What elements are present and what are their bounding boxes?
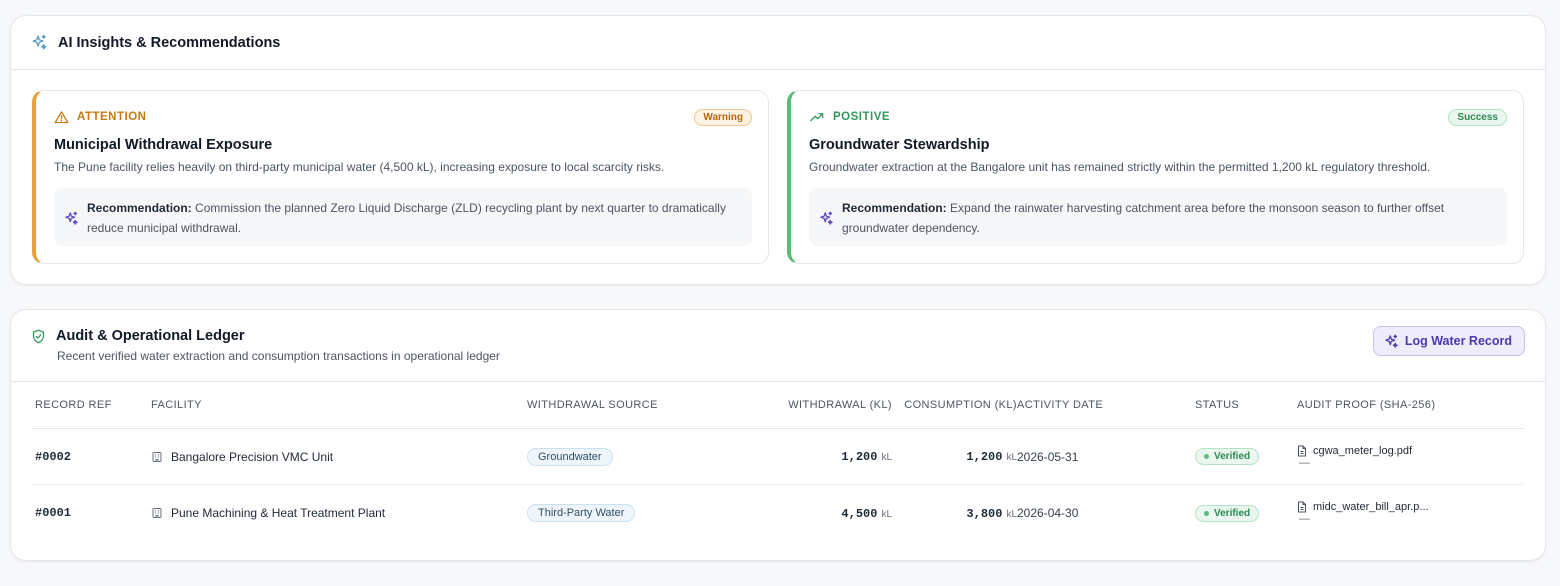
- file-icon: [1297, 445, 1307, 457]
- column-header[interactable]: RECORD REF: [32, 399, 151, 411]
- ledger-header: Audit & Operational Ledger Recent verifi…: [11, 310, 1545, 382]
- ledger-card: Audit & Operational Ledger Recent verifi…: [10, 309, 1546, 561]
- proof-file-name: midc_water_bill_apr.p...: [1313, 501, 1429, 513]
- table-header: RECORD REF FACILITY WITHDRAWAL SOURCE WI…: [32, 382, 1524, 429]
- column-header[interactable]: WITHDRAWAL (KL): [727, 399, 892, 411]
- withdrawal-unit: kL: [881, 508, 892, 520]
- insights-list: ATTENTION Warning Municipal Withdrawal E…: [32, 90, 1524, 264]
- status-badge: Warning: [694, 108, 752, 126]
- consumption-cell: 3,800 kL: [892, 506, 1017, 521]
- proof-file-link[interactable]: cgwa_meter_log.pdf: [1297, 445, 1524, 457]
- sparkles-icon: [1384, 334, 1399, 349]
- sparkles-icon: [31, 34, 48, 51]
- consumption-cell: 1,200 kL: [892, 449, 1017, 464]
- facility-name: Pune Machining & Heat Treatment Plant: [171, 506, 386, 520]
- alert-triangle-icon: [54, 110, 69, 125]
- building-icon: [151, 507, 163, 519]
- insight-title: Municipal Withdrawal Exposure: [54, 137, 273, 153]
- column-header[interactable]: CONSUMPTION (KL): [892, 399, 1017, 411]
- recommendation-text: Recommendation: Commission the planned Z…: [87, 198, 740, 236]
- insight-kind-label: POSITIVE: [833, 111, 891, 123]
- insights-card: AI Insights & Recommendations ATTENTION …: [10, 15, 1546, 285]
- status-badge: Verified: [1195, 448, 1260, 465]
- insights-title: AI Insights & Recommendations: [58, 34, 281, 51]
- consumption-unit: kL: [1006, 452, 1017, 463]
- status-cell: Verified: [1195, 448, 1297, 465]
- status-label: Verified: [1214, 507, 1251, 519]
- status-label: Verified: [1214, 451, 1251, 462]
- ledger-subtitle: Recent verified water extraction and con…: [57, 349, 500, 363]
- record-ref: #0001: [35, 506, 72, 520]
- facility-cell: Bangalore Precision VMC Unit: [151, 450, 527, 464]
- log-water-record-label: Log Water Record: [1404, 334, 1512, 348]
- insight-description: The Pune facility relies heavily on thir…: [54, 160, 665, 174]
- status-cell: Verified: [1195, 504, 1297, 522]
- audit-proof-cell: midc_water_bill_apr.p... —: [1297, 501, 1524, 525]
- withdrawal-value: 1,200: [841, 450, 878, 464]
- column-header[interactable]: STATUS: [1195, 399, 1297, 411]
- column-header[interactable]: WITHDRAWAL SOURCE: [527, 399, 727, 411]
- table-row[interactable]: #0001 Pune Machining & Heat Treatment Pl…: [32, 485, 1524, 541]
- withdrawal-cell: 1,200 kL: [727, 449, 892, 464]
- recommendation-box: Recommendation: Commission the planned Z…: [54, 188, 752, 246]
- insight-kind-label: ATTENTION: [77, 111, 147, 123]
- status-dot: [1204, 510, 1209, 516]
- ledger-title: Audit & Operational Ledger: [56, 328, 245, 344]
- activity-date: 2026-04-30: [1017, 506, 1079, 520]
- source-cell: Third-Party Water: [527, 504, 727, 522]
- building-icon: [151, 451, 163, 463]
- sparkles-icon: [819, 200, 834, 236]
- consumption-unit: kL: [1006, 508, 1017, 520]
- audit-proof-cell: cgwa_meter_log.pdf —: [1297, 445, 1524, 469]
- column-header[interactable]: FACILITY: [151, 399, 527, 411]
- source-badge: Third-Party Water: [527, 504, 636, 522]
- insight-title: Groundwater Stewardship: [809, 137, 990, 153]
- sparkles-icon: [64, 200, 79, 236]
- withdrawal-unit: kL: [881, 452, 892, 463]
- consumption-value: 1,200: [966, 450, 1003, 464]
- activity-date: 2026-05-31: [1017, 449, 1079, 464]
- record-ref: #0002: [35, 449, 72, 464]
- facility-name: Bangalore Precision VMC Unit: [171, 449, 334, 464]
- column-header[interactable]: ACTIVITY DATE: [1017, 399, 1195, 411]
- insight-description: Groundwater extraction at the Bangalore …: [809, 160, 1431, 174]
- proof-file-name: cgwa_meter_log.pdf: [1313, 444, 1413, 457]
- source-badge: Groundwater: [527, 447, 613, 466]
- status-dot: [1204, 454, 1209, 459]
- insight-kind: ATTENTION: [54, 110, 146, 125]
- recommendation-box: Recommendation: Expand the rainwater har…: [809, 188, 1507, 246]
- insight-card-attention: ATTENTION Warning Municipal Withdrawal E…: [32, 90, 769, 264]
- withdrawal-value: 4,500: [841, 506, 878, 521]
- proof-file-link[interactable]: midc_water_bill_apr.p...: [1297, 501, 1524, 513]
- log-water-record-button[interactable]: Log Water Record: [1372, 326, 1525, 356]
- trending-up-icon: [809, 110, 825, 125]
- table-row[interactable]: #0002 Bangalore Precision VMC Unit Groun…: [32, 429, 1524, 485]
- status-badge: Success: [1448, 108, 1507, 126]
- source-cell: Groundwater: [527, 447, 727, 466]
- shield-check-icon: [31, 329, 46, 344]
- ledger-table: RECORD REF FACILITY WITHDRAWAL SOURCE WI…: [32, 382, 1524, 541]
- proof-hash: —: [1299, 456, 1310, 469]
- recommendation-label: Recommendation:: [842, 201, 947, 215]
- recommendation-text: Recommendation: Expand the rainwater har…: [842, 198, 1495, 236]
- consumption-value: 3,800: [966, 506, 1003, 521]
- facility-cell: Pune Machining & Heat Treatment Plant: [151, 506, 527, 520]
- proof-hash: —: [1299, 513, 1310, 525]
- status-badge: Verified: [1195, 504, 1260, 522]
- file-icon: [1297, 501, 1307, 513]
- column-header[interactable]: AUDIT PROOF (SHA-256): [1297, 399, 1524, 411]
- recommendation-label: Recommendation:: [87, 201, 192, 215]
- withdrawal-cell: 4,500 kL: [727, 506, 892, 521]
- insights-header: AI Insights & Recommendations: [11, 16, 1545, 70]
- insight-kind: POSITIVE: [809, 110, 890, 125]
- insight-card-positive: POSITIVE Success Groundwater Stewardship…: [787, 90, 1524, 264]
